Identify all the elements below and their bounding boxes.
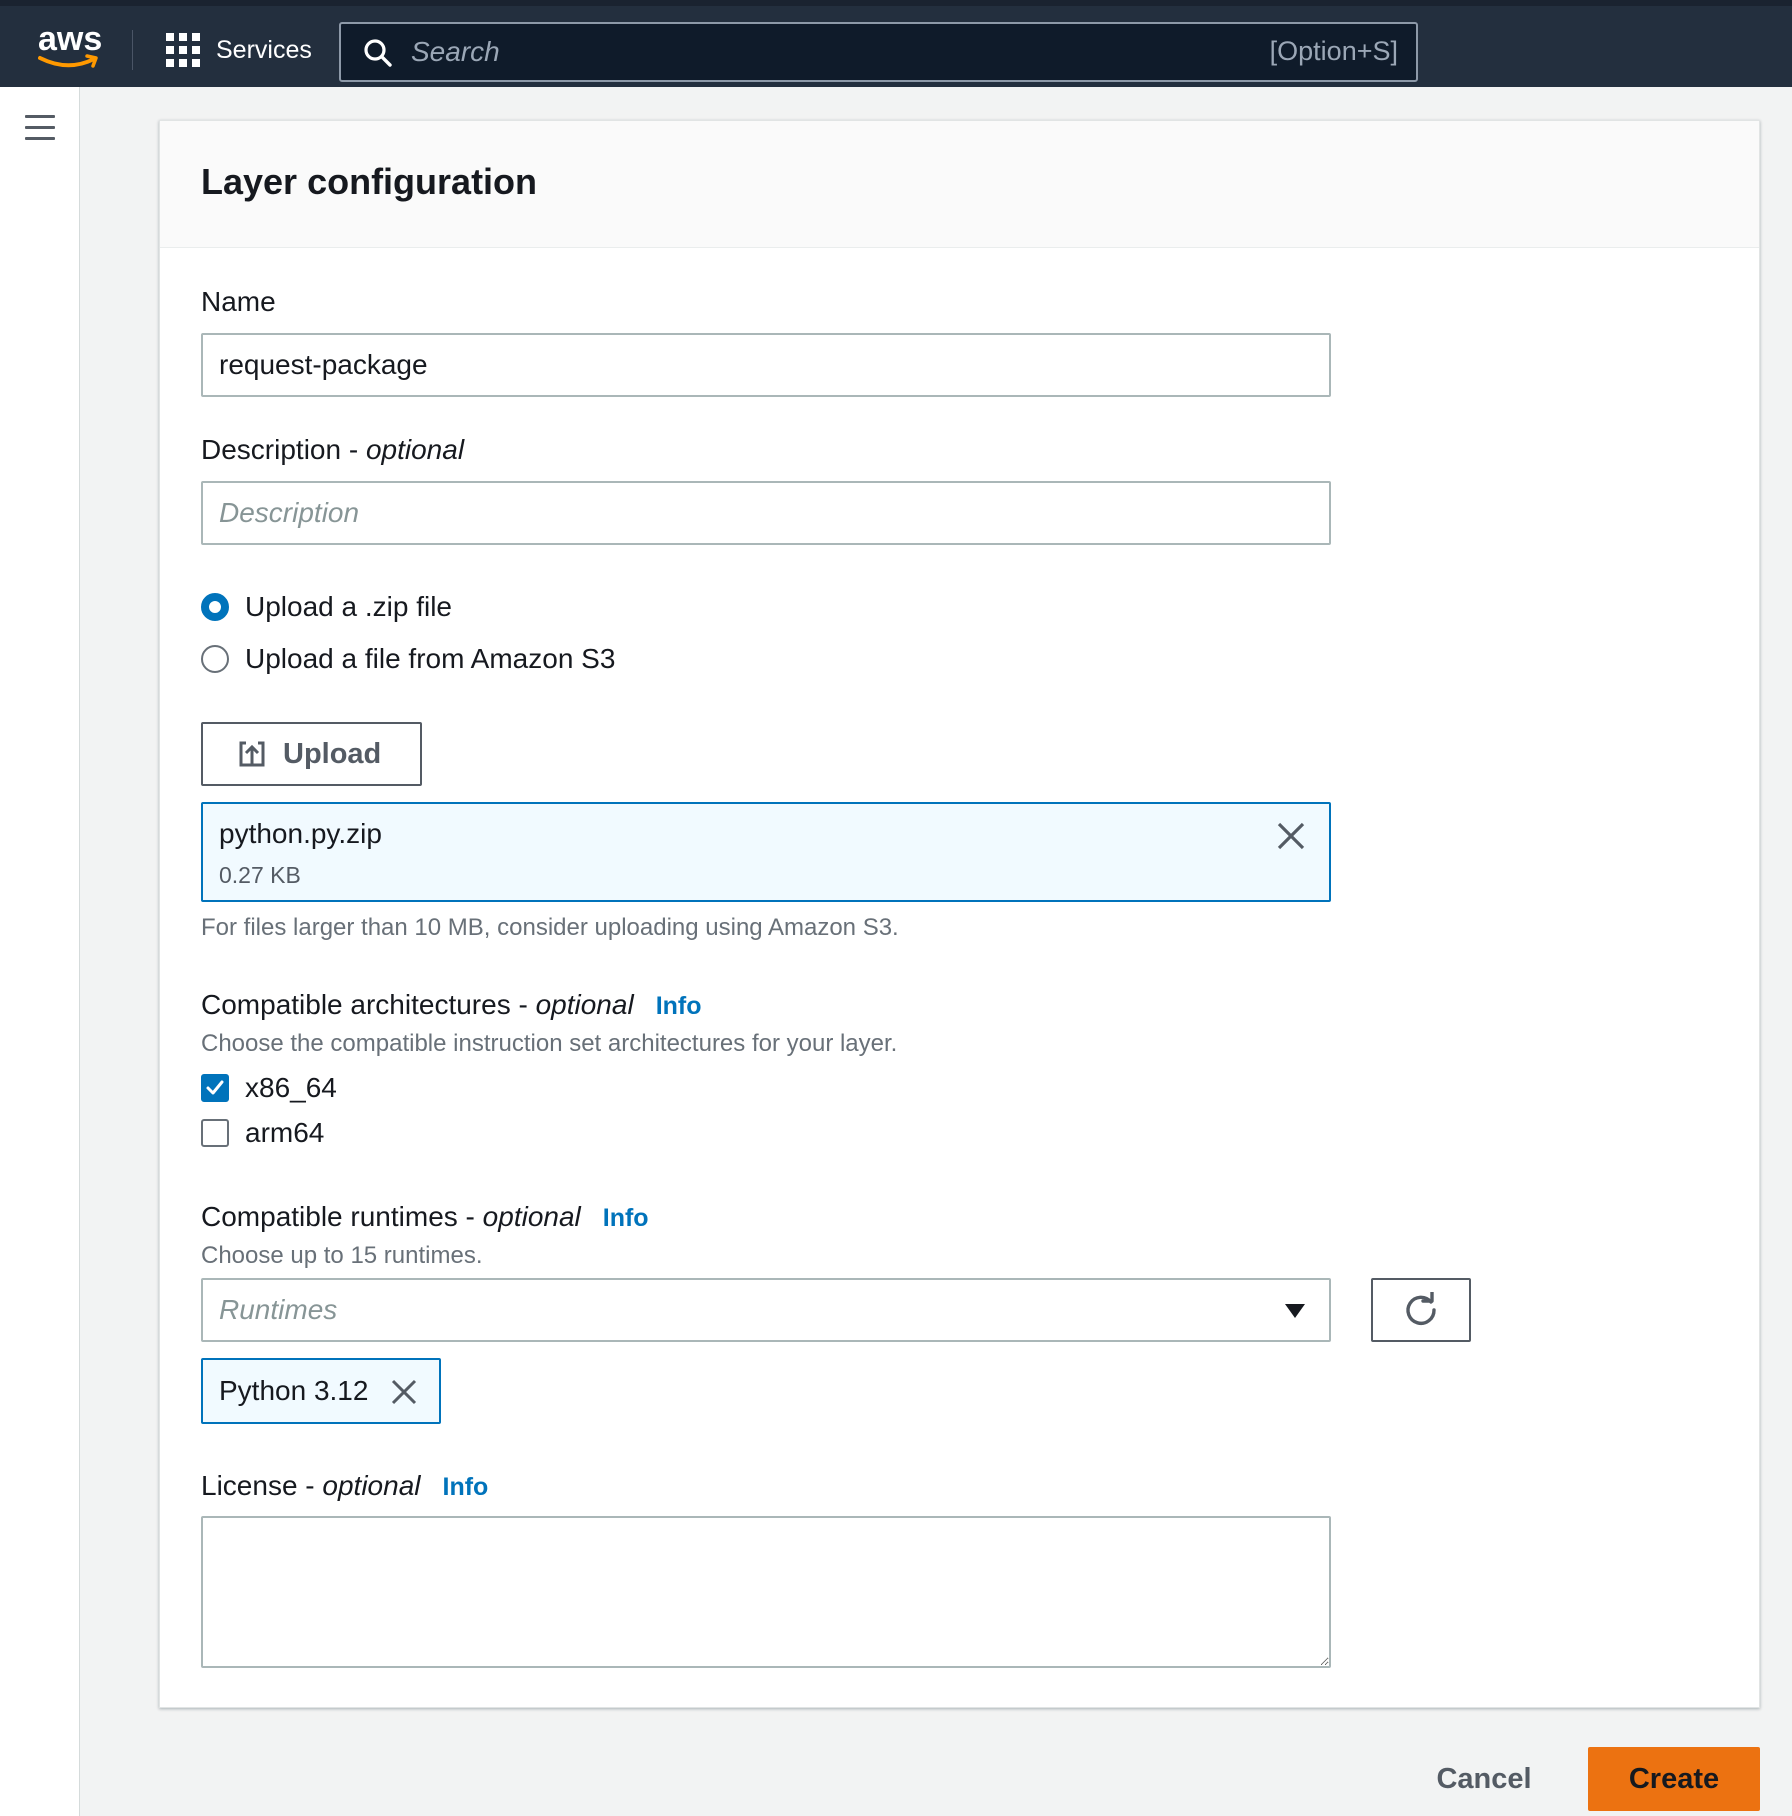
- runtimes-placeholder: Runtimes: [219, 1294, 338, 1325]
- radio-upload-s3[interactable]: Upload a file from Amazon S3: [201, 642, 615, 676]
- description-label: Description - optional: [201, 434, 465, 465]
- license-info-link[interactable]: Info: [443, 1473, 489, 1501]
- close-icon[interactable]: [1275, 820, 1307, 852]
- search-shortcut-hint: [Option+S]: [1269, 36, 1398, 66]
- services-menu-button[interactable]: Services: [166, 30, 312, 70]
- top-navigation: aws Services [Option+S]: [0, 0, 1792, 87]
- aws-logo[interactable]: aws: [36, 20, 102, 72]
- license-textarea[interactable]: [201, 1516, 1331, 1668]
- close-icon[interactable]: [389, 1377, 419, 1407]
- architectures-label: Compatible architectures - optional Info: [201, 989, 702, 1020]
- radio-label: Upload a .zip file: [245, 591, 453, 622]
- global-search[interactable]: [Option+S]: [339, 22, 1418, 82]
- panel-header: Layer configuration: [160, 121, 1759, 248]
- file-size: 0.27 KB: [219, 862, 301, 888]
- create-button[interactable]: Create: [1588, 1747, 1760, 1811]
- optional-marker: optional: [482, 1201, 581, 1232]
- refresh-icon: [1406, 1292, 1436, 1326]
- cancel-button[interactable]: Cancel: [1414, 1747, 1554, 1811]
- license-label: License - optional Info: [201, 1470, 489, 1501]
- panel-title: Layer configuration: [201, 161, 538, 202]
- file-name: python.py.zip: [219, 818, 382, 849]
- search-input[interactable]: [411, 32, 1211, 72]
- radio-button-selected[interactable]: [201, 593, 229, 621]
- checkbox-x86-64[interactable]: x86_64: [201, 1071, 337, 1105]
- services-label: Services: [216, 35, 312, 64]
- optional-marker: optional: [365, 434, 465, 465]
- hamburger-icon[interactable]: [25, 115, 55, 141]
- architectures-info-link[interactable]: Info: [656, 992, 702, 1020]
- uploaded-file-token: python.py.zip 0.27 KB: [201, 802, 1331, 902]
- checkbox-arm64[interactable]: arm64: [201, 1116, 324, 1150]
- aws-smile-icon: [38, 54, 98, 68]
- grid-icon: [166, 33, 200, 67]
- aws-logo-text: aws: [38, 20, 103, 58]
- optional-marker: optional: [322, 1470, 421, 1501]
- radio-label: Upload a file from Amazon S3: [245, 643, 616, 674]
- runtime-token: Python 3.12: [201, 1358, 441, 1424]
- upload-button-label: Upload: [283, 737, 382, 770]
- checkbox-label: arm64: [245, 1117, 325, 1148]
- description-input[interactable]: [201, 481, 1331, 545]
- runtimes-label: Compatible runtimes - optional Info: [201, 1201, 649, 1232]
- upload-button[interactable]: Upload: [201, 722, 422, 786]
- caret-down-icon: [1285, 1304, 1305, 1318]
- runtimes-info-link[interactable]: Info: [603, 1204, 649, 1232]
- runtime-token-label: Python 3.12: [219, 1375, 369, 1406]
- checkbox-label: x86_64: [245, 1072, 337, 1103]
- architectures-hint: Choose the compatible instruction set ar…: [201, 1030, 898, 1057]
- checkbox-checked[interactable]: [201, 1074, 229, 1102]
- refresh-runtimes-button[interactable]: [1371, 1278, 1471, 1342]
- file-size-hint: For files larger than 10 MB, consider up…: [201, 914, 899, 941]
- runtimes-hint: Choose up to 15 runtimes.: [201, 1242, 483, 1269]
- name-input[interactable]: [201, 333, 1331, 397]
- radio-upload-zip[interactable]: Upload a .zip file: [201, 590, 452, 624]
- name-label: Name: [201, 286, 276, 317]
- layer-configuration-panel: Layer configuration Name Description - o…: [159, 120, 1760, 1708]
- checkmark-icon: [206, 1080, 224, 1095]
- radio-button[interactable]: [201, 645, 229, 673]
- side-navigation-rail: [0, 87, 80, 1816]
- runtimes-select[interactable]: Runtimes: [201, 1278, 1331, 1342]
- search-icon: [364, 39, 392, 67]
- nav-divider: [132, 30, 133, 70]
- checkbox[interactable]: [201, 1119, 229, 1147]
- optional-marker: optional: [535, 989, 634, 1020]
- upload-icon: [239, 741, 265, 767]
